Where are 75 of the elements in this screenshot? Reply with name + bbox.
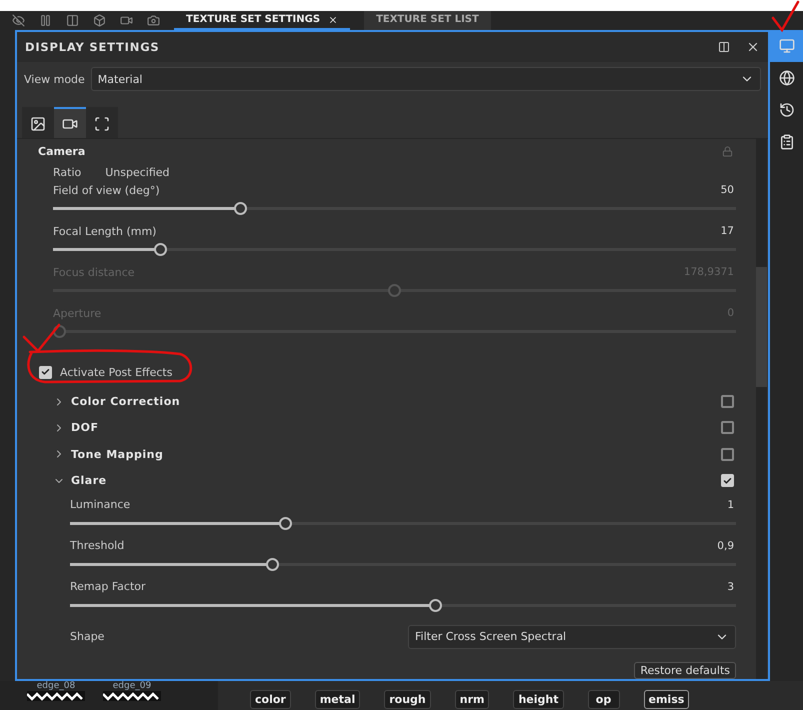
checkbox[interactable] xyxy=(721,448,734,461)
slider-label: Field of view (deg°) xyxy=(53,184,160,197)
panel-title: DISPLAY SETTINGS xyxy=(25,40,160,54)
slider-value: 17 xyxy=(720,225,734,238)
slider-value: 3 xyxy=(727,580,734,593)
checkbox-label: Activate Post Effects xyxy=(60,366,172,379)
checkbox[interactable] xyxy=(721,474,734,488)
view-mode-label: View mode xyxy=(24,72,85,86)
slider-label: Threshold xyxy=(70,539,124,552)
split-icon[interactable] xyxy=(66,14,79,27)
restore-defaults-button[interactable]: Restore defaults xyxy=(634,662,736,679)
settings-tab[interactable] xyxy=(86,107,118,138)
dock-icon[interactable] xyxy=(718,41,730,53)
texture-name: edge_08 xyxy=(36,681,76,691)
section-title[interactable]: Color Correction xyxy=(71,395,715,408)
checkbox[interactable] xyxy=(721,421,734,434)
close-icon[interactable] xyxy=(746,40,760,54)
scrollbar-thumb[interactable] xyxy=(756,267,767,387)
section-title[interactable]: Glare xyxy=(71,474,715,488)
panel-tab[interactable]: TEXTURE SET LIST xyxy=(364,11,491,30)
globe-icon xyxy=(778,70,794,86)
channel-button[interactable]: height xyxy=(513,690,564,709)
check-icon xyxy=(41,367,50,378)
close-icon[interactable] xyxy=(328,14,338,24)
slider-handle[interactable] xyxy=(154,243,166,256)
slider-label: Focal Length (mm) xyxy=(53,224,156,238)
slider-label: Remap Factor xyxy=(70,580,146,594)
settings-tab[interactable] xyxy=(54,107,86,138)
visibility-icon[interactable] xyxy=(12,14,25,27)
history-icon xyxy=(778,102,794,118)
checkbox[interactable] xyxy=(39,366,52,379)
annotation-check-drawing xyxy=(772,0,800,32)
channel-button[interactable]: emiss xyxy=(644,690,690,709)
screenshot-icon[interactable] xyxy=(147,14,160,27)
slider-track[interactable] xyxy=(70,516,736,530)
settings-tab[interactable] xyxy=(22,107,54,138)
checkbox[interactable] xyxy=(721,395,734,408)
slider-track[interactable] xyxy=(53,243,736,256)
image-icon xyxy=(30,116,46,132)
shape-label: Shape xyxy=(70,630,104,644)
slider-label: Luminance xyxy=(70,498,130,512)
check-icon xyxy=(723,476,732,486)
channel-button[interactable]: metal xyxy=(314,690,360,709)
channel-button[interactable]: op xyxy=(588,690,620,709)
slider-track[interactable] xyxy=(53,325,736,338)
slider-track[interactable] xyxy=(70,558,736,571)
channel-button[interactable]: rough xyxy=(384,690,431,709)
pause-icon[interactable] xyxy=(39,14,52,27)
slider-value: 50 xyxy=(720,184,734,196)
shape-dropdown[interactable]: Filter Cross Screen Spectral xyxy=(408,624,736,649)
ratio-value: Unspecified xyxy=(105,166,170,180)
slider-handle[interactable] xyxy=(429,598,442,612)
slider-handle[interactable] xyxy=(234,202,247,216)
slider-value: 0,9 xyxy=(717,540,734,552)
monitor-icon xyxy=(778,38,794,54)
ratio-label: Ratio xyxy=(53,166,82,180)
section-title[interactable]: DOF xyxy=(71,421,715,434)
texture-name: edge_09 xyxy=(112,681,152,691)
channel-button[interactable]: color xyxy=(250,690,291,709)
channel-button[interactable]: nrm xyxy=(454,690,490,709)
view-mode-dropdown[interactable]: Material xyxy=(90,67,761,91)
annotation-check-drawing xyxy=(22,324,60,353)
texture-thumbnail[interactable] xyxy=(27,691,85,701)
section-title: Camera xyxy=(38,144,86,158)
section-title[interactable]: Tone Mapping xyxy=(71,448,715,461)
cube-icon[interactable] xyxy=(93,14,106,27)
slider-handle[interactable] xyxy=(266,558,279,571)
frame-icon xyxy=(94,116,110,132)
texture-thumbnail[interactable] xyxy=(103,691,161,701)
slider-handle[interactable] xyxy=(278,516,292,530)
slider-track[interactable] xyxy=(70,598,736,612)
slider-track[interactable] xyxy=(53,202,736,216)
camera-icon[interactable] xyxy=(120,14,133,27)
clipboard-icon xyxy=(778,134,794,150)
slider-value: 1 xyxy=(727,498,734,511)
